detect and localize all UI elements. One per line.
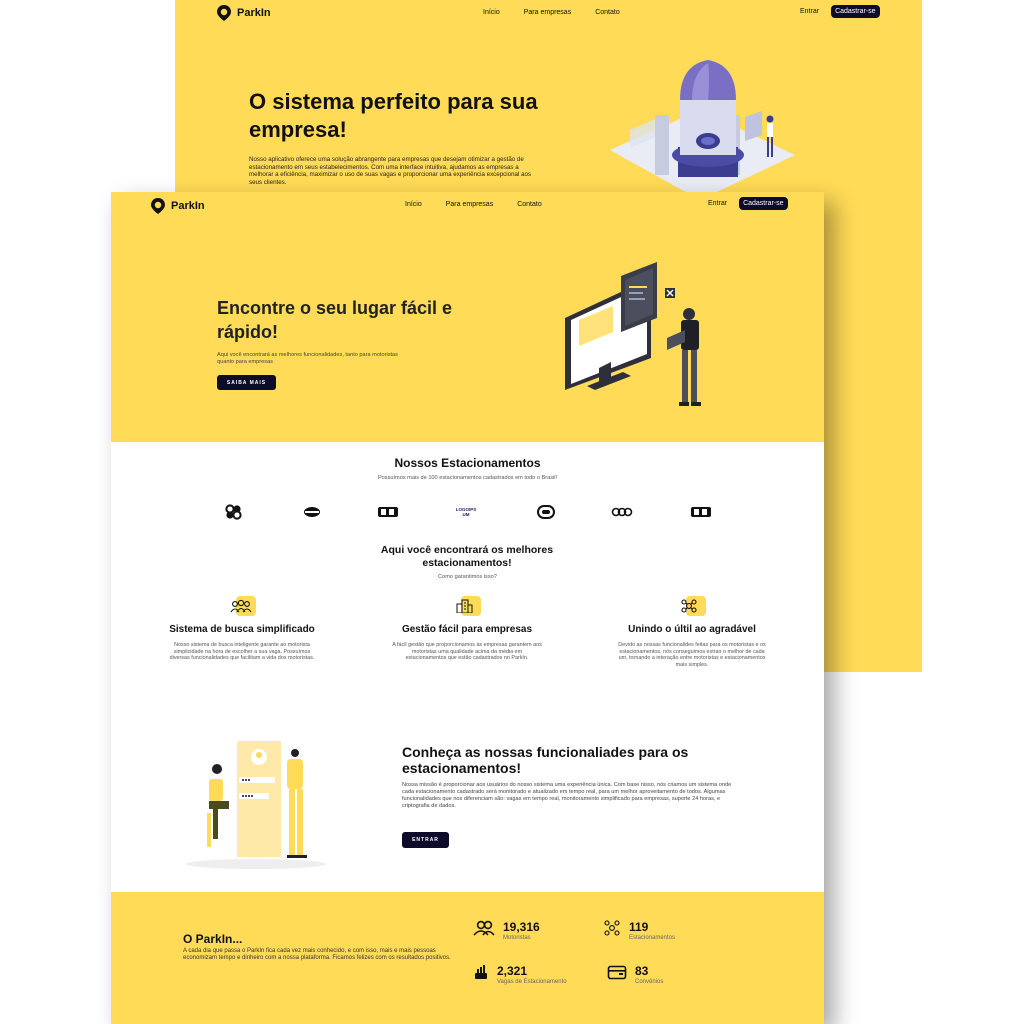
back-nav-links: Início Para empresas Contato	[483, 9, 620, 16]
back-hero-text: Nosso aplicativo oferece uma solução abr…	[249, 156, 532, 186]
stat-value: 2,321	[497, 964, 528, 978]
stat-vagas: 2,321 Vagas de Estacionamento	[473, 964, 567, 985]
growth-hand-icon	[475, 965, 487, 979]
partner-logo-3-icon	[377, 504, 399, 520]
entrar-button[interactable]: ENTRAR	[402, 832, 449, 848]
stat-label: Convênios	[635, 979, 664, 985]
nav-link-inicio[interactable]: Início	[483, 9, 500, 16]
buildings-icon	[455, 596, 481, 616]
parking-section-title: Nossos Estacionamentos	[394, 456, 541, 470]
login-link[interactable]: Entrar	[800, 8, 819, 15]
back-hero-title: O sistema perfeito para sua empresa!	[249, 89, 538, 142]
feature-title: Unindo o últil ao agradável	[628, 624, 756, 635]
nav-link-para-empresas[interactable]: Para empresas	[524, 9, 571, 16]
feature-card-search: Sistema de busca simplificado Nosso sist…	[167, 596, 317, 662]
feature-title: Gestão fácil para empresas	[401, 624, 533, 635]
developer-illustration	[565, 262, 701, 406]
stat-label: Motoristas	[503, 935, 531, 941]
best-section-subtitle: Como garantimos isso?	[438, 574, 497, 580]
brand-name: ParkIn	[171, 200, 205, 212]
front-brand-logo[interactable]: ParkIn	[151, 198, 205, 214]
back-nav-actions: Entrar Cadastrar-se	[800, 5, 880, 18]
about-text: A cada dia que passa o ParkIn fica cada …	[183, 948, 451, 962]
partner-logo-6-icon	[611, 504, 633, 520]
stat-label: Vagas de Estacionamento	[497, 979, 567, 985]
saiba-mais-button[interactable]: SAIBA MAIS	[217, 375, 276, 390]
nav-link-contato[interactable]: Contato	[595, 9, 620, 16]
map-pin-icon	[217, 5, 231, 21]
feature-text: Nosso sistema de busca inteligente garan…	[169, 642, 315, 662]
stat-estacionamentos: 119 Estacionamentos	[603, 920, 675, 941]
login-illustration	[186, 741, 326, 869]
front-page: ParkIn Início Para empresas Contato Entr…	[111, 192, 824, 1024]
nav-link-inicio[interactable]: Início	[405, 201, 422, 208]
best-section-title: Aqui você encontrará os melhores estacio…	[380, 544, 554, 569]
front-hero-title: Encontre o seu lugar fácil e rápido!	[217, 298, 453, 342]
partner-logo-7-icon	[690, 504, 712, 520]
stat-value: 19,316	[503, 920, 540, 934]
brand-name: ParkIn	[237, 7, 271, 19]
nav-link-contato[interactable]: Contato	[517, 201, 542, 208]
front-nav-links: Início Para empresas Contato	[405, 201, 542, 208]
group-icon	[230, 596, 256, 616]
partner-logos: LOGOIPSUM	[223, 504, 723, 520]
feature-title: Sistema de busca simplificado	[169, 624, 315, 635]
functions-title: Conheça as nossas funcionaliades para os…	[402, 744, 689, 776]
partner-logo-2-icon	[301, 504, 323, 520]
about-title: O ParkIn...	[183, 932, 243, 946]
users-icon	[473, 920, 495, 936]
brand-logo[interactable]: ParkIn	[217, 5, 271, 21]
front-nav-actions: Entrar Cadastrar-se	[708, 197, 788, 210]
feature-card-union: Unindo o últil ao agradável Devido as no…	[617, 596, 767, 668]
login-link[interactable]: Entrar	[708, 200, 727, 207]
map-pin-icon	[151, 198, 165, 214]
rocket-illustration	[610, 60, 795, 200]
front-hero-text: Aqui você encontrará as melhores funcion…	[217, 352, 398, 365]
stat-convenios: 83 Convênios	[607, 964, 663, 985]
partner-logo-5-icon	[535, 504, 557, 520]
card-icon	[607, 965, 627, 980]
stat-label: Estacionamentos	[629, 935, 676, 941]
partner-logo-4-icon: LOGOIPSUM	[455, 504, 477, 520]
screenshot-stage: ParkIn Início Para empresas Contato Entr…	[0, 0, 1024, 1024]
connection-icon	[680, 596, 706, 616]
feature-card-management: Gestão fácil para empresas A fácil gestã…	[392, 596, 542, 662]
stat-value: 83	[635, 964, 649, 978]
stat-motoristas: 19,316 Motoristas	[473, 920, 540, 941]
stats-section: O ParkIn... A cada dia que passa o ParkI…	[111, 892, 824, 1024]
front-hero: ParkIn Início Para empresas Contato Entr…	[111, 192, 824, 442]
signup-button[interactable]: Cadastrar-se	[739, 197, 788, 210]
functions-text: Nossa missão é proporcionar aos usuários…	[402, 782, 732, 809]
network-icon	[604, 920, 620, 936]
partner-logo-4-text: LOGOIPSUM	[455, 507, 477, 517]
nav-link-para-empresas[interactable]: Para empresas	[446, 201, 493, 208]
stat-value: 119	[629, 920, 649, 934]
partner-logo-1-icon	[223, 504, 245, 520]
feature-text: Devido as nossas funcionalides feitas pa…	[618, 642, 766, 668]
signup-button[interactable]: Cadastrar-se	[831, 5, 880, 18]
parking-section-subtitle: Possuímos mais de 100 estacionamentos ca…	[377, 475, 558, 481]
feature-text: A fácil gestão que proporcionamos às emp…	[392, 642, 542, 662]
